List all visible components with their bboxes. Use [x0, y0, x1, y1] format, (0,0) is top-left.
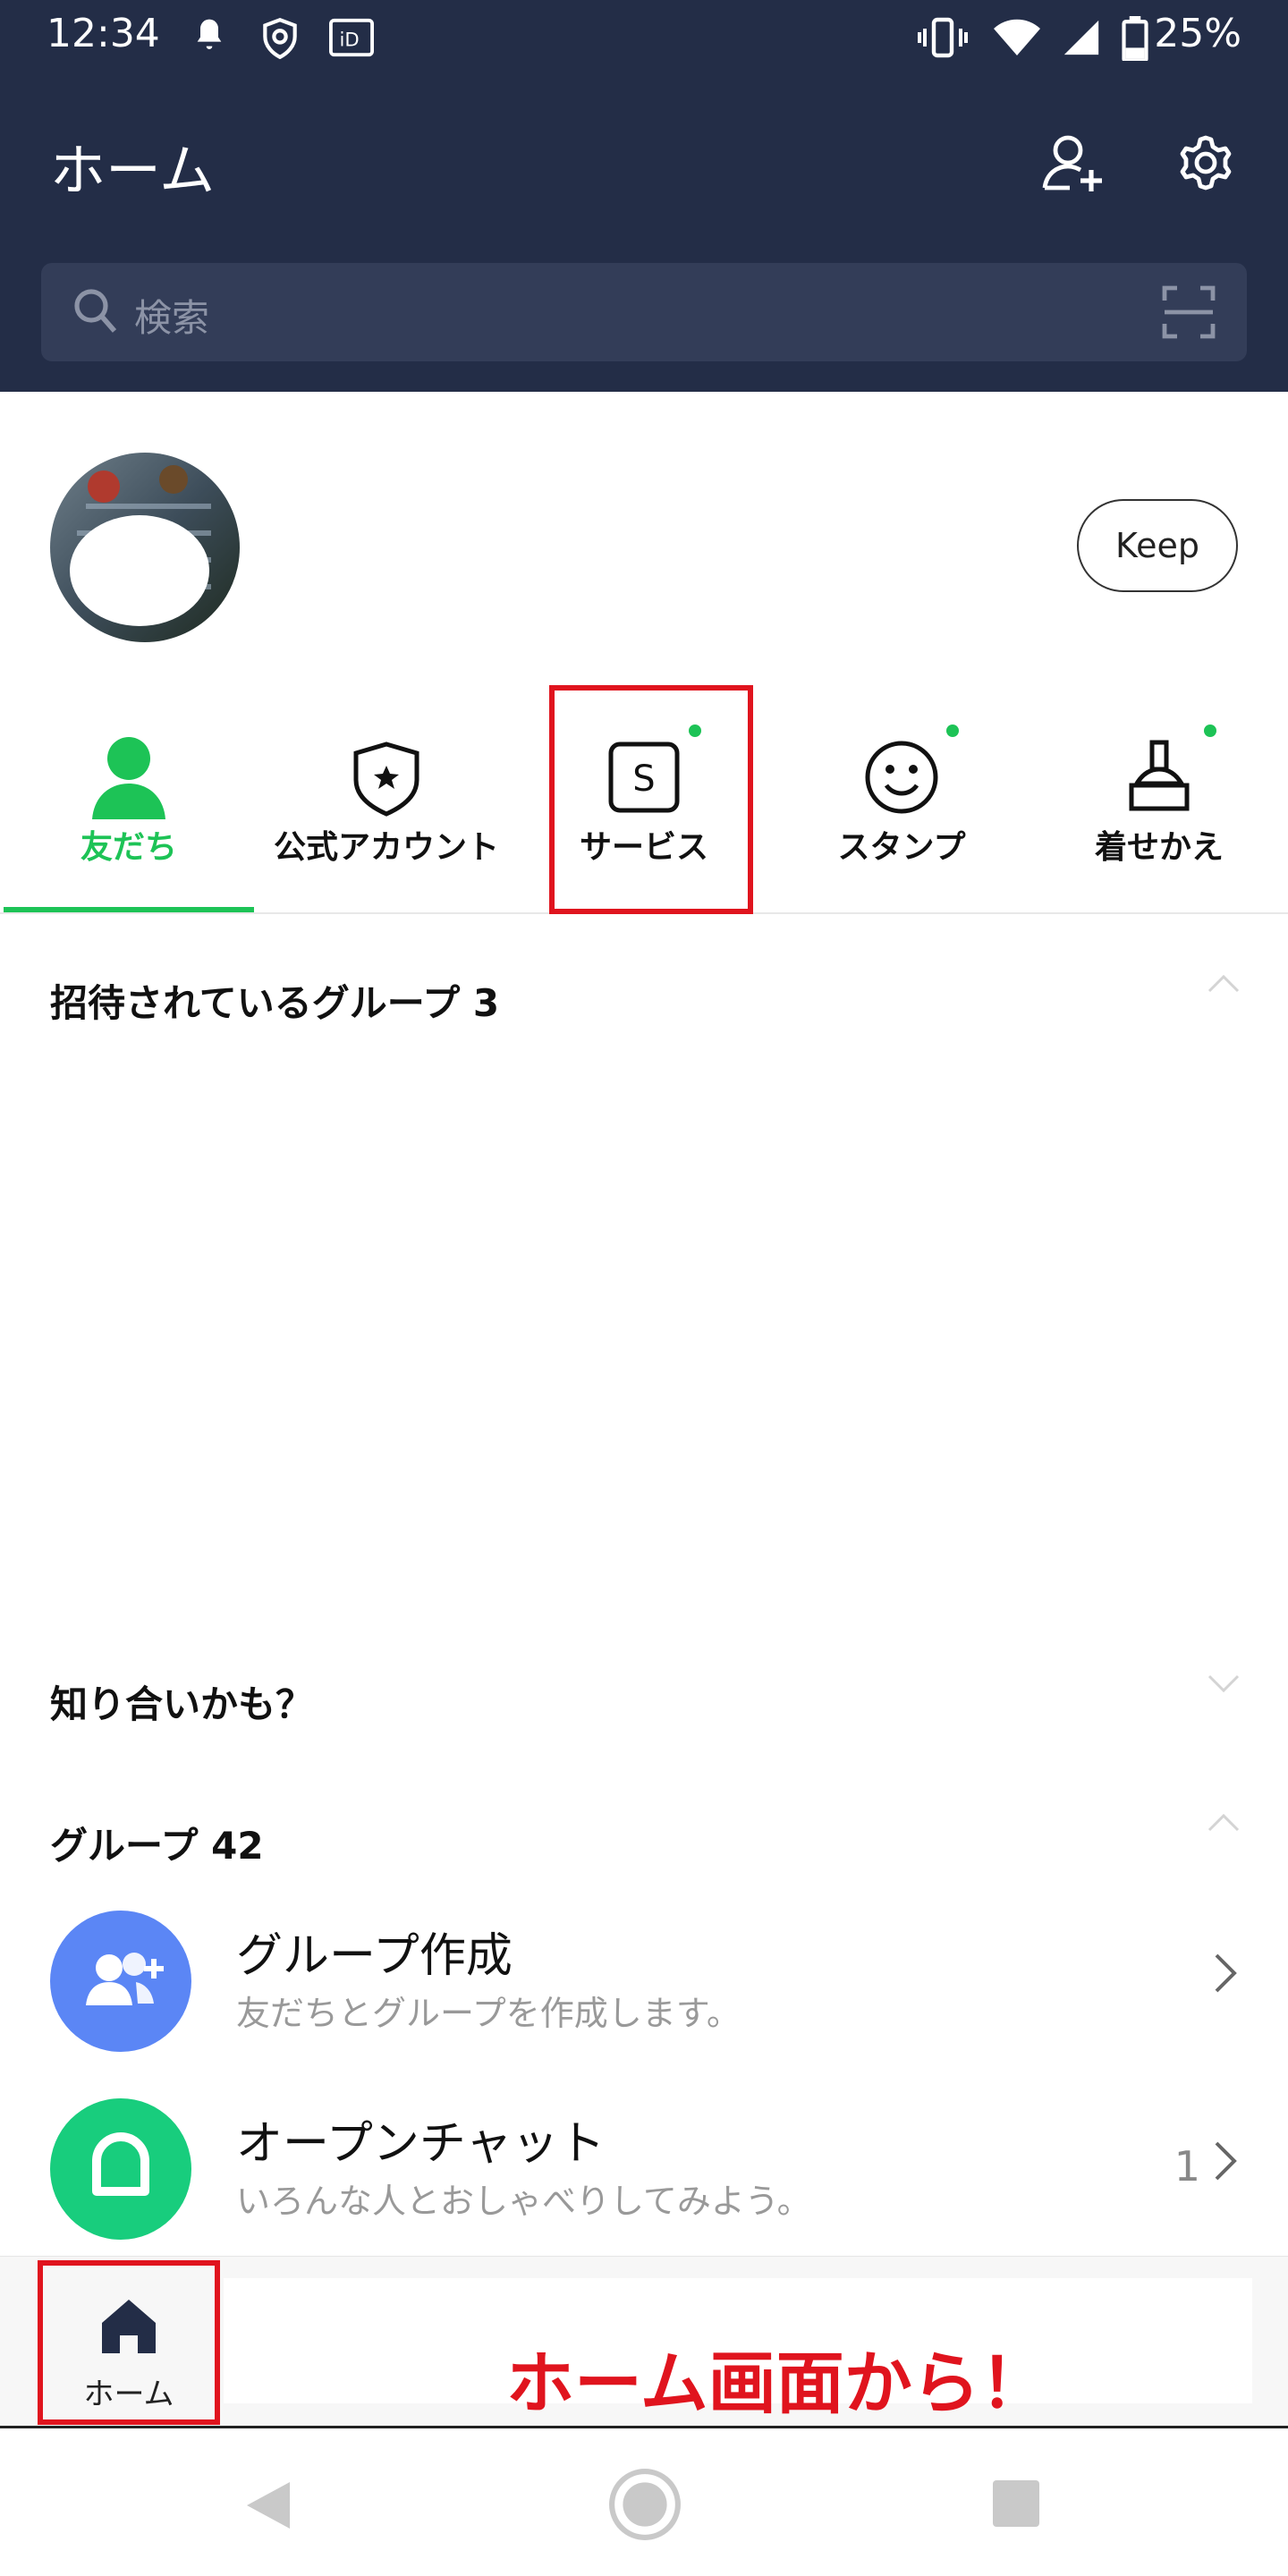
vibrate-icon	[918, 16, 968, 63]
group-create-avatar	[50, 1911, 191, 2052]
chevron-right-icon	[1213, 2140, 1238, 2192]
person-icon	[80, 726, 178, 825]
chevron-up-icon[interactable]	[1206, 1812, 1241, 1837]
bottom-navigation: ホーム画面から！ ホーム	[0, 2256, 1288, 2426]
wifi-icon	[991, 16, 1043, 63]
add-friend-icon	[1042, 135, 1102, 191]
invited-groups-header[interactable]: 招待されているグループ 3	[50, 973, 499, 1028]
brush-icon	[1110, 726, 1208, 825]
home-highlight-box	[38, 2260, 220, 2425]
profile-avatar[interactable]	[50, 453, 240, 642]
back-icon[interactable]	[243, 2479, 293, 2536]
open-chat-row[interactable]: オープンチャット いろんな人とおしゃべりしてみよう。 1	[0, 2080, 1288, 2259]
tab-friends-label: 友だち	[80, 829, 177, 866]
signal-icon	[1061, 16, 1102, 63]
app-header: ホーム 検索	[0, 75, 1288, 392]
create-group-subtitle: 友だちとグループを作成します。	[236, 1994, 741, 2033]
row-arrow	[1213, 1952, 1238, 2004]
status-time: 12:34	[47, 11, 160, 56]
tab-official-accounts[interactable]: 公式アカウント	[258, 680, 515, 914]
chevron-right-icon	[1213, 1952, 1238, 2004]
search-placeholder: 検索	[134, 296, 210, 340]
open-chat-title: オープンチャット	[236, 2117, 606, 2171]
open-chat-count-arrow: 1	[1174, 2140, 1238, 2192]
create-group-row[interactable]: グループ作成 友だちとグループを作成します。	[0, 1893, 1288, 2072]
page-title: ホーム	[50, 138, 216, 203]
annotation-panel: ホーム画面から！	[224, 2278, 1252, 2423]
tab-stickers-badge	[946, 724, 959, 737]
notification-bell-icon	[191, 16, 227, 59]
add-group-icon	[86, 1953, 164, 2005]
battery-percent: 25%	[1154, 11, 1241, 56]
tab-friends[interactable]: 友だち	[0, 680, 258, 914]
recent-apps-icon[interactable]	[991, 2479, 1041, 2532]
keep-button[interactable]: Keep	[1077, 499, 1238, 592]
search-icon	[72, 286, 118, 340]
tab-themes-badge	[1204, 724, 1216, 737]
battery-icon	[1122, 16, 1148, 64]
active-tab-indicator	[4, 907, 254, 912]
system-navigation-bar	[0, 2426, 1288, 2576]
qr-scan-icon[interactable]	[1161, 284, 1216, 343]
tab-stickers[interactable]: スタンプ	[773, 680, 1030, 914]
status-bar: 12:34 iD 25%	[0, 0, 1288, 75]
open-chat-avatar	[50, 2098, 191, 2240]
chevron-down-icon[interactable]	[1206, 1673, 1241, 1698]
tab-official-accounts-label: 公式アカウント	[273, 829, 499, 866]
open-chat-count: 1	[1174, 2141, 1200, 2190]
svg-text:iD: iD	[340, 29, 360, 51]
tab-themes-label: 着せかえ	[1094, 829, 1224, 866]
suggested-friends-header[interactable]: 知り合いかも？	[50, 1674, 313, 1729]
security-shield-icon	[258, 16, 302, 64]
open-chat-subtitle: いろんな人とおしゃべりしてみよう。	[236, 2182, 811, 2221]
add-friend-button[interactable]	[1038, 127, 1109, 199]
gear-icon	[1180, 135, 1232, 191]
id-app-icon: iD	[329, 16, 374, 63]
groups-header[interactable]: グループ 42	[50, 1816, 264, 1870]
settings-button[interactable]	[1170, 127, 1241, 199]
tab-themes[interactable]: 着せかえ	[1030, 680, 1288, 914]
search-input[interactable]: 検索	[41, 263, 1247, 361]
profile-photo	[50, 453, 240, 642]
shield-star-icon	[337, 726, 436, 825]
services-highlight-box	[549, 685, 753, 914]
home-circle-icon[interactable]	[608, 2468, 682, 2545]
annotation-text: ホーム画面から！	[506, 2343, 1048, 2423]
smiley-icon	[852, 726, 951, 825]
create-group-title: グループ作成	[236, 1929, 513, 1983]
chevron-up-icon[interactable]	[1206, 973, 1241, 998]
open-chat-icon	[92, 2132, 149, 2196]
tab-stickers-label: スタンプ	[837, 829, 966, 866]
